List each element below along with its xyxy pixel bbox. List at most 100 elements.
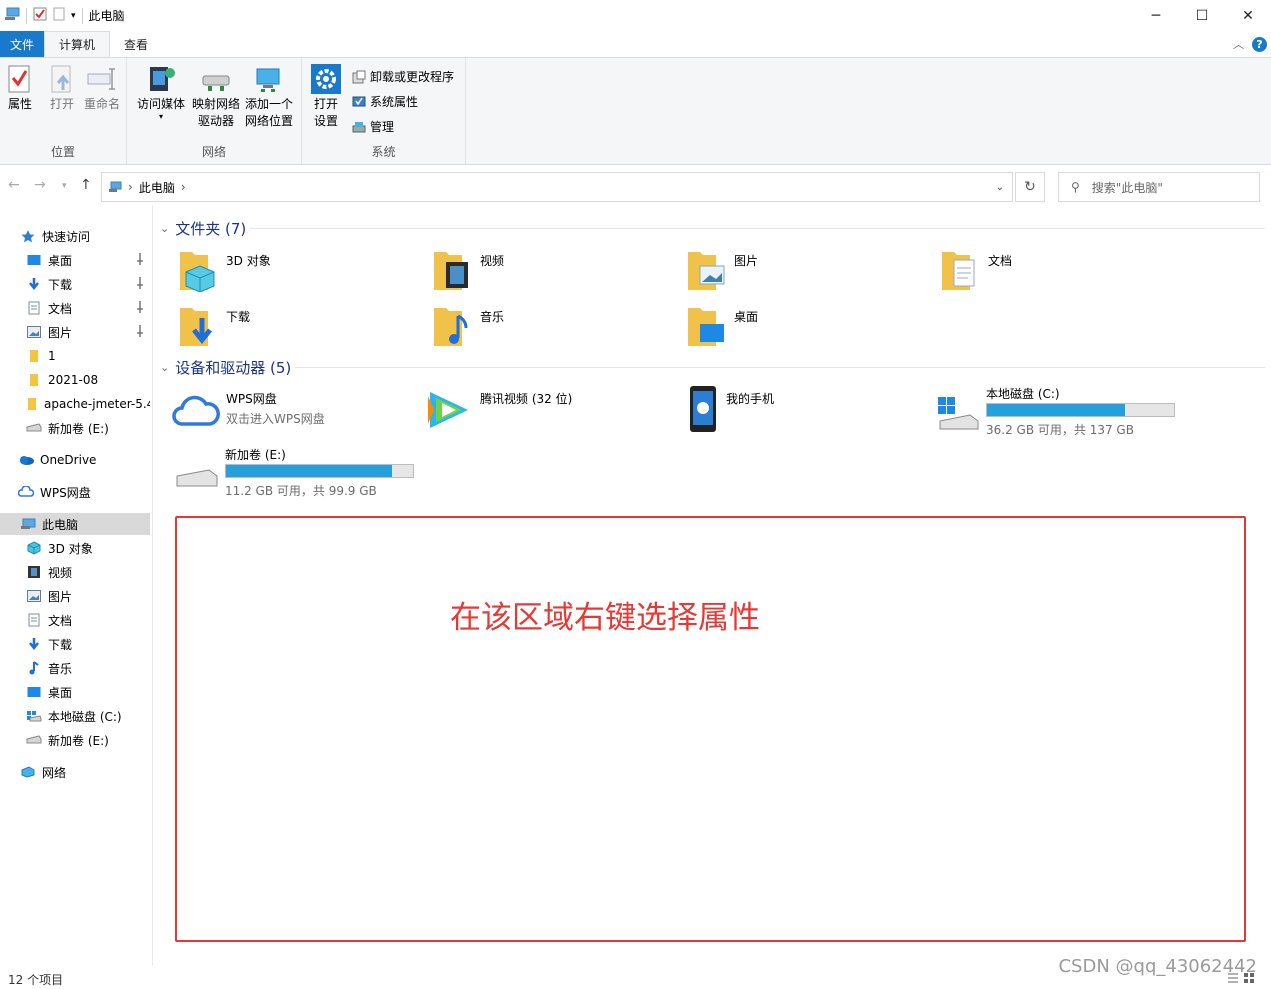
devices-heading: 设备和驱动器 (5)	[175, 359, 292, 377]
tab-file[interactable]: 文件	[0, 31, 44, 57]
sidebar-item-documents-pc[interactable]: 文档	[0, 609, 150, 631]
add-network-location-button[interactable]: 添加一个 网络位置	[245, 62, 293, 130]
section-divider	[250, 228, 1265, 229]
folder-videos[interactable]: 视频	[432, 248, 504, 292]
tab-computer[interactable]: 计算机	[44, 31, 111, 57]
sidebar-item-downloads[interactable]: 下载	[0, 273, 150, 295]
properties-button[interactable]: 属性	[4, 62, 36, 113]
forward-arrow-icon[interactable]: →	[34, 177, 46, 193]
device-drive-e[interactable]: 新加卷 (E:) 11.2 GB 可用，共 99.9 GB	[175, 446, 415, 498]
close-button[interactable]: ✕	[1225, 0, 1271, 31]
sidebar-item-videos[interactable]: 视频	[0, 561, 150, 583]
collapse-chevron-icon[interactable]: ⌄	[160, 222, 169, 235]
system-properties-icon	[352, 96, 366, 106]
sidebar-item-onedrive[interactable]: OneDrive	[0, 449, 150, 471]
rename-icon	[86, 62, 118, 96]
open-settings-button[interactable]: 打开 设置	[310, 62, 342, 130]
recent-dropdown-icon[interactable]: ▾	[62, 181, 67, 191]
pin-icon[interactable]	[136, 325, 144, 337]
uninstall-programs-button[interactable]: 卸载或更改程序	[352, 68, 454, 85]
device-tencent-video[interactable]: 腾讯视频 (32 位)	[424, 386, 572, 434]
back-arrow-icon[interactable]: ←	[8, 177, 20, 193]
sidebar-item-folder-jmeter[interactable]: apache-jmeter-5.4	[0, 393, 150, 415]
folder-downloads[interactable]: 下载	[178, 304, 250, 348]
sidebar-item-downloads-pc[interactable]: 下载	[0, 633, 150, 655]
new-folder-quick-icon[interactable]	[53, 7, 65, 24]
device-name: 我的手机	[726, 392, 775, 406]
sidebar-item-pictures[interactable]: 图片	[0, 321, 150, 343]
drive-usage-bar	[225, 464, 414, 478]
address-dropdown-icon[interactable]: ⌄	[996, 182, 1004, 193]
search-placeholder: 搜索"此电脑"	[1091, 180, 1163, 195]
pin-icon[interactable]	[136, 277, 144, 289]
sidebar-item-label: WPS网盘	[40, 485, 91, 500]
collapse-ribbon-icon[interactable]: ︿	[1233, 36, 1244, 52]
minimize-button[interactable]: ─	[1133, 0, 1179, 31]
sidebar-item-folder-2021-08[interactable]: 2021-08	[0, 369, 150, 391]
sidebar-item-documents[interactable]: 文档	[0, 297, 150, 319]
pane-divider[interactable]	[152, 205, 153, 965]
large-icons-view-icon[interactable]	[1243, 972, 1255, 984]
document-icon	[26, 612, 42, 628]
properties-quick-icon[interactable]	[33, 7, 47, 24]
folder-3d-objects[interactable]: 3D 对象	[178, 248, 271, 292]
access-media-button[interactable]: 访问媒体 ▾	[137, 62, 185, 121]
picture-icon	[26, 588, 42, 604]
breadcrumb-this-pc[interactable]: 此电脑	[139, 179, 175, 196]
maximize-button[interactable]: ☐	[1179, 0, 1225, 31]
folders-section-header[interactable]: ⌄ 文件夹 (7)	[160, 218, 246, 239]
address-bar[interactable]: › 此电脑 › ⌄	[101, 172, 1013, 202]
devices-section-header[interactable]: ⌄ 设备和驱动器 (5)	[160, 357, 291, 378]
sidebar-item-wps-cloud[interactable]: WPS网盘	[0, 481, 150, 503]
sidebar-item-drive-c[interactable]: 本地磁盘 (C:)	[0, 705, 150, 727]
manage-button[interactable]: 管理	[352, 118, 394, 135]
folder-label: 音乐	[480, 310, 505, 324]
folder-documents[interactable]: 文档	[940, 248, 1012, 292]
sidebar-item-drive-e-quick[interactable]: 新加卷 (E:)	[0, 417, 150, 439]
sidebar-item-drive-e[interactable]: 新加卷 (E:)	[0, 729, 150, 751]
sidebar-item-label: 桌面	[48, 253, 73, 268]
details-view-icon[interactable]	[1227, 972, 1239, 984]
device-my-phone[interactable]: 我的手机	[686, 386, 774, 434]
map-drive-label-1: 映射网络	[192, 97, 241, 111]
breadcrumb-chevron-icon[interactable]: ›	[181, 180, 186, 194]
sidebar-item-label: 此电脑	[42, 517, 79, 532]
device-drive-c[interactable]: 本地磁盘 (C:) 36.2 GB 可用，共 137 GB	[936, 385, 1176, 437]
sidebar-item-music[interactable]: 音乐	[0, 657, 150, 679]
sidebar-item-desktop[interactable]: 桌面	[0, 249, 150, 271]
folder-label: 视频	[480, 254, 505, 268]
sidebar-item-network[interactable]: 网络	[0, 761, 150, 783]
tab-view[interactable]: 查看	[110, 31, 162, 57]
manage-label: 管理	[370, 120, 395, 134]
properties-label: 属性	[7, 97, 32, 111]
music-note-icon	[26, 660, 42, 676]
device-wps-cloud[interactable]: WPS网盘 双击进入WPS网盘	[172, 390, 325, 430]
sidebar-item-this-pc[interactable]: 此电脑	[0, 513, 150, 535]
rename-button[interactable]: 重命名	[84, 62, 120, 113]
search-box[interactable]: ⚲ 搜索"此电脑"	[1058, 172, 1260, 202]
sidebar-item-label: 文档	[48, 301, 73, 316]
up-arrow-icon[interactable]: ↑	[80, 177, 92, 193]
drive-name: 新加卷 (E:)	[225, 448, 286, 462]
open-settings-label-2: 设置	[313, 114, 338, 128]
open-button[interactable]: 打开	[46, 62, 78, 113]
folder-music[interactable]: 音乐	[432, 304, 504, 348]
refresh-button[interactable]: ↻	[1015, 172, 1045, 202]
folder-desktop[interactable]: 桌面	[686, 304, 758, 348]
folder-pictures[interactable]: 图片	[686, 248, 758, 292]
sidebar-item-folder-1[interactable]: 1	[0, 345, 150, 367]
help-icon[interactable]: ?	[1252, 36, 1267, 52]
breadcrumb-chevron-icon[interactable]: ›	[128, 180, 133, 194]
sidebar-item-desktop-pc[interactable]: 桌面	[0, 681, 150, 703]
sidebar-item-quick-access[interactable]: 快速访问	[0, 225, 150, 247]
sidebar-item-pictures-pc[interactable]: 图片	[0, 585, 150, 607]
group-network-label: 网络	[201, 145, 226, 159]
manage-icon	[352, 121, 366, 132]
system-properties-button[interactable]: 系统属性	[352, 93, 418, 110]
pin-icon[interactable]	[136, 301, 144, 313]
collapse-chevron-icon[interactable]: ⌄	[160, 361, 169, 374]
sidebar-item-3d-objects[interactable]: 3D 对象	[0, 537, 150, 559]
map-network-drive-button[interactable]: 映射网络 驱动器	[192, 62, 240, 130]
qat-dropdown-icon[interactable]: ▾	[71, 11, 76, 21]
pin-icon[interactable]	[136, 253, 144, 265]
